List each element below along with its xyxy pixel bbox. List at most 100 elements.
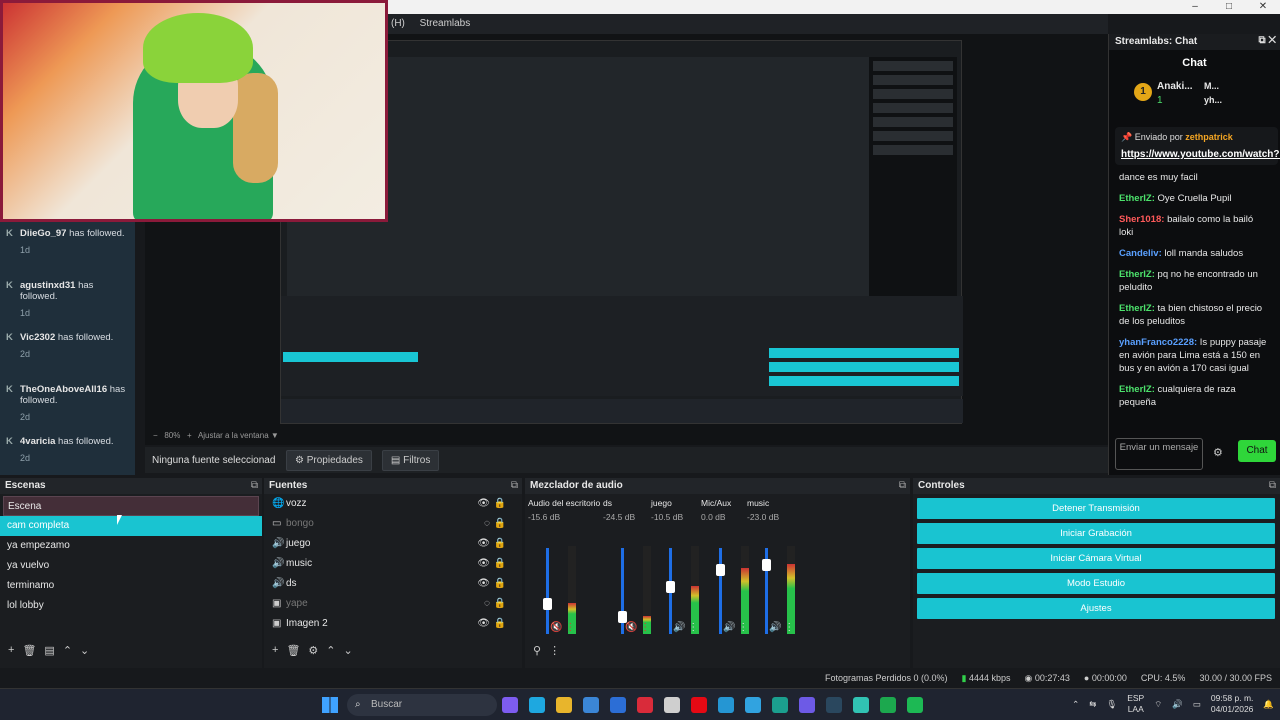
source-item[interactable]: 🔊 juego 👁 🔒 <box>264 534 522 554</box>
zoom-out-icon[interactable]: − <box>153 431 158 440</box>
speaker-icon[interactable]: 🔊 ⋮ <box>769 622 794 633</box>
add-icon[interactable]: + <box>8 644 14 662</box>
scene-item[interactable]: lol lobby <box>0 596 262 616</box>
copilot-icon[interactable] <box>502 697 518 713</box>
muted-speaker-icon[interactable]: 🔇 ⋮ <box>625 622 650 633</box>
lock-icon[interactable]: 🔒 <box>494 494 506 514</box>
arrow-down-icon[interactable]: ⌄ <box>80 644 89 662</box>
message-user[interactable]: EtherIZ: <box>1119 384 1155 395</box>
steam-icon[interactable] <box>826 697 842 713</box>
speaker-icon[interactable]: 🔊 ⋮ <box>673 622 698 633</box>
popout-close-icons[interactable]: ⧉ ✕ <box>1258 35 1276 46</box>
notification-icon[interactable]: 🔔 <box>1263 699 1274 710</box>
lock-icon[interactable]: 🔒 <box>494 534 506 554</box>
lock-icon[interactable]: 🔒 <box>494 594 506 614</box>
properties-button[interactable]: ⚙ Propiedades <box>286 449 372 471</box>
popout-icon[interactable]: ⧉ <box>1269 478 1276 494</box>
link-icon[interactable]: ⚲ <box>533 644 541 662</box>
message-user[interactable]: EtherIZ: <box>1119 193 1155 204</box>
source-item[interactable]: ▣ Imagen 2 👁 🔒 <box>264 614 522 634</box>
lock-icon[interactable]: 🔒 <box>494 574 506 594</box>
eye-icon[interactable]: 👁 <box>477 574 490 594</box>
popout-icon[interactable]: ⧉ <box>511 478 518 494</box>
trash-icon[interactable]: 🗑 <box>286 644 300 662</box>
stop-streaming-button[interactable]: Detener Transmisión <box>917 498 1275 519</box>
more-icon[interactable]: ⋮ <box>549 644 560 662</box>
close-button[interactable]: ✕ <box>1246 0 1280 14</box>
arrow-up-icon[interactable]: ⌃ <box>326 644 335 662</box>
store-icon[interactable] <box>583 697 599 713</box>
app-icon[interactable] <box>664 697 680 713</box>
lock-icon[interactable]: 🔒 <box>494 614 506 634</box>
settings-button[interactable]: Ajustes <box>917 598 1275 619</box>
gear-icon[interactable]: ⚙ <box>308 644 318 662</box>
scene-item[interactable]: terminamo <box>0 576 262 596</box>
netflix-icon[interactable] <box>691 697 707 713</box>
gear-icon[interactable]: ⚙ <box>1213 446 1223 459</box>
source-item[interactable]: 🔊 ds 👁 🔒 <box>264 574 522 594</box>
zoom-in-icon[interactable]: + <box>187 431 192 440</box>
eye-icon[interactable]: 👁 <box>477 534 490 554</box>
popout-icon[interactable]: ⧉ <box>251 478 258 494</box>
filter-icon[interactable]: ▤ <box>44 644 54 662</box>
speaker-icon[interactable]: 🔊 ⋮ <box>723 622 748 633</box>
pinned-link[interactable]: https://www.youtube.com/watch?... <box>1121 149 1280 160</box>
scene-item[interactable]: cam completa <box>0 516 262 536</box>
chat-send-button[interactable]: Chat <box>1238 440 1276 462</box>
source-item[interactable]: 🌐 vozz 👁 🔒 <box>264 494 522 514</box>
scene-item[interactable]: ya vuelvo <box>0 556 262 576</box>
filters-button[interactable]: ▤ Filtros <box>381 449 440 471</box>
app-icon[interactable] <box>745 697 761 713</box>
chevron-up-icon[interactable]: ⌃ <box>1072 699 1079 710</box>
folder-icon[interactable] <box>556 697 572 713</box>
eye-icon[interactable]: 👁 <box>477 614 490 634</box>
minimize-button[interactable]: – <box>1178 0 1212 14</box>
start-recording-button[interactable]: Iniciar Grabación <box>917 523 1275 544</box>
message-user[interactable]: yhanFranco2228: <box>1119 337 1197 348</box>
chevron-down-icon[interactable]: ▼ <box>271 431 279 440</box>
source-item[interactable]: ▭ bongo ◌ 🔒 <box>264 514 522 534</box>
eye-icon[interactable]: 👁 <box>477 494 490 514</box>
spotify-icon[interactable] <box>907 697 923 713</box>
app-icon[interactable] <box>880 697 896 713</box>
popout-icon[interactable]: ⧉ <box>899 478 906 494</box>
app-icon[interactable] <box>772 697 788 713</box>
network-icon[interactable]: ⇆ <box>1089 699 1096 710</box>
volume-fader[interactable] <box>719 548 722 634</box>
trash-icon[interactable]: 🗑 <box>22 644 36 662</box>
windows-start-icon[interactable] <box>322 697 338 713</box>
streamlabs-icon[interactable] <box>853 697 869 713</box>
lock-icon[interactable]: 🔒 <box>494 554 506 574</box>
taskbar-search[interactable]: ⌕ Buscar <box>347 694 497 716</box>
eye-hidden-icon[interactable]: ◌ <box>484 594 490 614</box>
language-indicator[interactable]: ESP LAA <box>1127 693 1144 715</box>
mic-icon[interactable]: 🎙 <box>1106 699 1117 710</box>
battery-icon[interactable]: ▭ <box>1193 699 1201 710</box>
wifi-icon[interactable]: ⌔ <box>1154 699 1162 710</box>
fader-knob[interactable] <box>762 559 771 572</box>
pinned-message[interactable]: 📌 Enviado por zethpatrick https://www.yo… <box>1115 127 1280 165</box>
message-user[interactable]: EtherIZ: <box>1119 269 1155 280</box>
opera-icon[interactable] <box>637 697 653 713</box>
start-virtual-camera-button[interactable]: Iniciar Cámara Virtual <box>917 548 1275 569</box>
source-item[interactable]: 🔊 music 👁 🔒 <box>264 554 522 574</box>
app-icon[interactable] <box>718 697 734 713</box>
fader-knob[interactable] <box>543 597 552 610</box>
message-user[interactable]: Sher1018: <box>1119 214 1164 225</box>
arrow-down-icon[interactable]: ⌄ <box>344 644 353 662</box>
message-user[interactable]: EtherIZ: <box>1119 303 1155 314</box>
mail-icon[interactable] <box>610 697 626 713</box>
arrow-up-icon[interactable]: ⌃ <box>63 644 72 662</box>
volume-icon[interactable]: 🔊 <box>1172 699 1183 710</box>
add-icon[interactable]: + <box>272 644 278 662</box>
source-item[interactable]: ▣ yape ◌ 🔒 <box>264 594 522 614</box>
muted-speaker-icon[interactable]: 🔇 ⋮ <box>550 622 575 633</box>
fader-knob[interactable] <box>618 610 627 623</box>
message-user[interactable]: Candeliv: <box>1119 248 1162 259</box>
fader-knob[interactable] <box>716 563 725 576</box>
eye-hidden-icon[interactable]: ◌ <box>484 514 490 534</box>
studio-mode-button[interactable]: Modo Estudio <box>917 573 1275 594</box>
menu-help[interactable]: (H) <box>391 18 405 29</box>
clock[interactable]: 09:58 p. m. 04/01/2026 <box>1211 693 1254 715</box>
volume-fader[interactable] <box>546 548 549 634</box>
